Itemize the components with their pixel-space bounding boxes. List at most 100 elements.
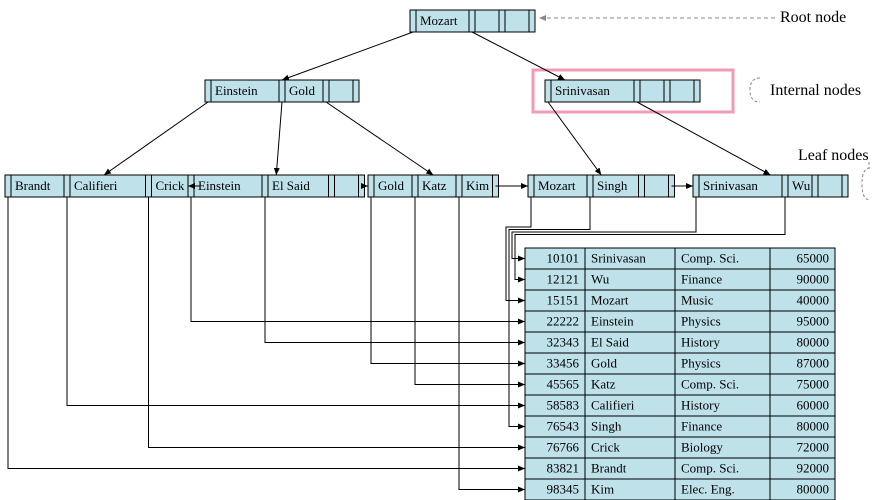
key-label: Srinivasan <box>703 178 758 193</box>
pointer-slot <box>469 10 475 32</box>
table-text: 12121 <box>547 271 580 286</box>
table-text: 98345 <box>547 481 580 496</box>
key-slot <box>645 175 669 197</box>
edge <box>472 32 565 80</box>
key-label: Einstein <box>198 178 241 193</box>
table-text: 72000 <box>797 439 830 454</box>
table-text: Finance <box>681 271 722 286</box>
table-text: History <box>681 397 721 412</box>
record-pointer <box>149 197 526 448</box>
table-text: 90000 <box>797 271 830 286</box>
pointer-slot <box>782 175 788 197</box>
root-annotation: Root node <box>780 9 846 26</box>
pointer-slot <box>545 80 551 102</box>
pointer-slot <box>639 175 645 197</box>
table-text: Comp. Sci. <box>681 376 739 391</box>
pointer-slot <box>410 10 416 32</box>
key-label: Crick <box>156 178 185 193</box>
record-pointer <box>191 197 525 322</box>
key-label: Einstein <box>215 83 258 98</box>
table-text: Katz <box>591 376 616 391</box>
table-text: Crick <box>591 439 620 454</box>
table-text: Kim <box>591 481 614 496</box>
table-text: Comp. Sci. <box>681 250 739 265</box>
table-text: Srinivasan <box>591 250 646 265</box>
key-label: Wu <box>792 178 811 193</box>
key-label: Gold <box>378 178 405 193</box>
pointer-slot <box>323 80 329 102</box>
pointer-slot <box>634 80 640 102</box>
table-text: 60000 <box>797 397 830 412</box>
edge <box>282 32 413 80</box>
table-text: 22222 <box>547 313 580 328</box>
pointer-slot <box>146 175 152 197</box>
key-label: Brandt <box>15 178 51 193</box>
pointer-slot <box>279 80 285 102</box>
pointer-slot <box>499 10 505 32</box>
table-text: Elec. Eng. <box>681 481 735 496</box>
table-text: Einstein <box>591 313 634 328</box>
brace-leaf <box>862 168 870 200</box>
table-text: Califieri <box>591 397 635 412</box>
table-text: 80000 <box>797 481 830 496</box>
key-label: Kim <box>466 178 489 193</box>
table-text: Music <box>681 292 714 307</box>
pointer-slot <box>64 175 70 197</box>
record-pointer <box>8 197 525 469</box>
pointer-slot <box>812 175 818 197</box>
key-slot <box>505 10 529 32</box>
pointer-slot <box>529 10 535 32</box>
record-pointer <box>371 197 525 364</box>
key-slot <box>640 80 664 102</box>
pointer-slot <box>368 175 374 197</box>
pointer-slot <box>456 175 462 197</box>
pointer-slot <box>693 175 699 197</box>
table-text: 95000 <box>797 313 830 328</box>
table-text: Comp. Sci. <box>681 460 739 475</box>
table-text: Physics <box>681 355 721 370</box>
table-text: 76543 <box>547 418 580 433</box>
key-label: Srinivasan <box>555 83 610 98</box>
table-text: 87000 <box>797 355 830 370</box>
brace-internal <box>750 78 760 102</box>
table-text: 83821 <box>547 460 580 475</box>
key-label: Mozart <box>538 178 576 193</box>
table-text: 15151 <box>547 292 580 307</box>
pointer-slot <box>528 175 534 197</box>
internal-annotation: Internal nodes <box>770 82 861 99</box>
table-text: Finance <box>681 418 722 433</box>
pointer-slot <box>664 80 670 102</box>
table-text: Gold <box>591 355 618 370</box>
table-text: 10101 <box>547 250 580 265</box>
record-pointer <box>265 197 525 343</box>
pointer-slot <box>353 80 359 102</box>
edge <box>104 102 208 175</box>
table-text: 58583 <box>547 397 580 412</box>
table-text: Wu <box>591 271 610 286</box>
record-pointer <box>67 197 525 406</box>
key-label: El Said <box>272 178 310 193</box>
key-slot <box>335 175 359 197</box>
pointer-slot <box>5 175 11 197</box>
table-text: Singh <box>591 418 622 433</box>
table-text: 40000 <box>797 292 830 307</box>
key-slot <box>670 80 694 102</box>
pointer-slot <box>587 175 593 197</box>
pointer-slot <box>694 80 700 102</box>
table-text: El Said <box>591 334 629 349</box>
edge <box>276 102 282 175</box>
table-text: 45565 <box>547 376 580 391</box>
pointer-slot <box>842 175 848 197</box>
table-text: 80000 <box>797 418 830 433</box>
edge <box>326 102 433 175</box>
table-text: 92000 <box>797 460 830 475</box>
key-label: Gold <box>289 83 316 98</box>
table-text: History <box>681 334 721 349</box>
table-text: Biology <box>681 439 723 454</box>
pointer-slot <box>329 175 335 197</box>
table-text: 75000 <box>797 376 830 391</box>
pointer-slot <box>205 80 211 102</box>
pointer-slot <box>412 175 418 197</box>
table-text: 65000 <box>797 250 830 265</box>
table-text: 80000 <box>797 334 830 349</box>
